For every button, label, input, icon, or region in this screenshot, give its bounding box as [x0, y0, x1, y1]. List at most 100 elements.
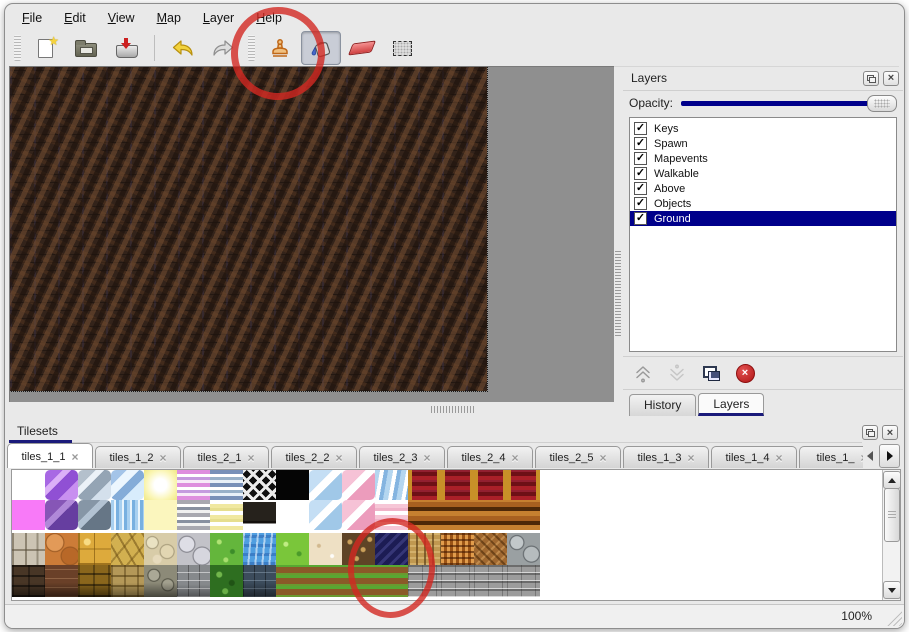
- tile-lattice[interactable]: [243, 470, 276, 500]
- menu-layer[interactable]: Layer: [194, 9, 243, 27]
- layer-visibility-checkbox[interactable]: ✓: [634, 122, 647, 135]
- menu-file[interactable]: File: [13, 9, 51, 27]
- tileset-tab-tiles_1_2[interactable]: tiles_1_2×: [95, 446, 181, 468]
- tile-stripes-gray[interactable]: [177, 500, 210, 530]
- close-tab-icon[interactable]: ×: [512, 453, 519, 463]
- layer-row-mapevents[interactable]: ✓Mapevents: [630, 151, 896, 166]
- tile-sign-dark[interactable]: [243, 500, 276, 530]
- tile-crystal-pink[interactable]: [342, 470, 375, 500]
- tile-stripes-orange[interactable]: [474, 500, 507, 530]
- tile-cobblestone[interactable]: [177, 533, 210, 565]
- tile-wall-pebble[interactable]: [144, 565, 177, 597]
- layer-visibility-checkbox[interactable]: ✓: [634, 182, 647, 195]
- tile-crystal-lightblue[interactable]: [309, 500, 342, 530]
- splitter-grip[interactable]: [615, 251, 621, 336]
- tile-stone-cracked[interactable]: [111, 533, 144, 565]
- tileset-tab-tiles_2_1[interactable]: tiles_2_1×: [183, 446, 269, 468]
- float-panel-icon[interactable]: [863, 71, 879, 86]
- tab-layers[interactable]: Layers: [698, 393, 764, 416]
- tile-stripes-orange[interactable]: [408, 500, 441, 530]
- close-tab-icon[interactable]: ×: [336, 453, 343, 463]
- tile-stripes-orange[interactable]: [441, 500, 474, 530]
- tile-basket-weave[interactable]: [441, 533, 474, 565]
- tile-crystal-gray[interactable]: [78, 470, 111, 500]
- tile-shard-blue[interactable]: [375, 470, 408, 500]
- layer-visibility-checkbox[interactable]: ✓: [634, 152, 647, 165]
- tile-crystal-blue[interactable]: [111, 470, 144, 500]
- close-tab-icon[interactable]: ×: [160, 453, 167, 463]
- tileset-tab-tiles_1_1[interactable]: tiles_1_1×: [7, 443, 93, 468]
- tile-stripes-blue[interactable]: [210, 470, 243, 500]
- scroll-up-button[interactable]: [883, 471, 901, 489]
- vertical-splitter[interactable]: [614, 66, 623, 416]
- tileset-tab-tiles_2_3[interactable]: tiles_2_3×: [359, 446, 445, 468]
- redo-tool-button[interactable]: [204, 32, 242, 64]
- scroll-tabs-left-button[interactable]: [863, 446, 877, 466]
- tileset-tab-tiles_2_2[interactable]: tiles_2_2×: [271, 446, 357, 468]
- tile-planks-gray[interactable]: [507, 565, 540, 597]
- tile-grass[interactable]: [210, 533, 243, 565]
- close-tab-icon[interactable]: ×: [424, 453, 431, 463]
- close-tab-icon[interactable]: ×: [688, 453, 695, 463]
- layer-visibility-checkbox[interactable]: ✓: [634, 167, 647, 180]
- tile-crystal-gray-dark[interactable]: [78, 500, 111, 530]
- new-file-tool-button[interactable]: ★: [27, 32, 65, 64]
- select-tool-button[interactable]: [383, 32, 421, 64]
- tile-wall-darkwood[interactable]: [12, 565, 45, 597]
- opacity-slider-thumb[interactable]: [867, 95, 897, 112]
- menu-help[interactable]: Help: [247, 9, 291, 27]
- tile-planks-gray[interactable]: [474, 565, 507, 597]
- resize-grip-icon[interactable]: [884, 608, 902, 626]
- tile-wall-goldbrick[interactable]: [78, 565, 111, 597]
- layer-row-above[interactable]: ✓Above: [630, 181, 896, 196]
- close-tab-icon[interactable]: ×: [72, 452, 79, 462]
- horizontal-splitter[interactable]: [9, 403, 613, 416]
- tile-crystal-pink[interactable]: [342, 500, 375, 530]
- move-layer-down-button[interactable]: [665, 361, 689, 385]
- tile-wall-graybrick[interactable]: [177, 565, 210, 597]
- fill-tool-button[interactable]: [301, 31, 341, 65]
- layer-row-keys[interactable]: ✓Keys: [630, 121, 896, 136]
- tile-water-shimmer[interactable]: [111, 500, 144, 530]
- tile-grass-bright[interactable]: [276, 533, 309, 565]
- tile-wall-bluebrick[interactable]: [243, 565, 276, 597]
- close-panel-icon[interactable]: ×: [883, 71, 899, 86]
- undo-tool-button[interactable]: [164, 32, 202, 64]
- layer-row-spawn[interactable]: ✓Spawn: [630, 136, 896, 151]
- duplicate-layer-button[interactable]: [699, 361, 723, 385]
- save-tool-button[interactable]: [107, 32, 145, 64]
- tile-hedge[interactable]: [210, 565, 243, 597]
- close-tab-icon[interactable]: ×: [776, 453, 783, 463]
- tile-curtain-red[interactable]: [441, 470, 474, 500]
- tile-stripes-paleyellow[interactable]: [210, 500, 243, 530]
- scroll-tabs-right-button[interactable]: [879, 444, 900, 468]
- menu-edit[interactable]: Edit: [55, 9, 95, 27]
- tile-crystal-purple-dark[interactable]: [45, 500, 78, 530]
- layer-row-ground[interactable]: ✓Ground: [630, 211, 896, 226]
- layer-visibility-checkbox[interactable]: ✓: [634, 137, 647, 150]
- tile-planks-vert[interactable]: [408, 533, 441, 565]
- tile-stripes-palepink[interactable]: [375, 500, 408, 530]
- tile-tile-gold[interactable]: [78, 533, 111, 565]
- tileset-tab-tiles_2_4[interactable]: tiles_2_4×: [447, 446, 533, 468]
- tile-crystal-purple[interactable]: [45, 470, 78, 500]
- toolbar-grip[interactable]: [248, 35, 255, 61]
- eraser-tool-button[interactable]: [343, 32, 381, 64]
- tile-curtain-red[interactable]: [507, 470, 540, 500]
- tileset-tab-tiles_1_[interactable]: tiles_1_×: [799, 446, 863, 468]
- splitter-grip[interactable]: [431, 406, 475, 413]
- menu-map[interactable]: Map: [148, 9, 190, 27]
- tile-stone-orange[interactable]: [45, 533, 78, 565]
- tile-sand[interactable]: [309, 533, 342, 565]
- tile-pebbles[interactable]: [144, 533, 177, 565]
- move-layer-up-button[interactable]: [631, 361, 655, 385]
- opacity-slider-track[interactable]: [681, 101, 893, 106]
- layer-visibility-checkbox[interactable]: ✓: [634, 212, 647, 225]
- tile-wall-brown[interactable]: [45, 565, 78, 597]
- tileset-tab-tiles_1_3[interactable]: tiles_1_3×: [623, 446, 709, 468]
- tile-floral-brown[interactable]: [342, 533, 375, 565]
- opacity-slider[interactable]: [681, 95, 897, 111]
- tile-glow-yellow[interactable]: [144, 470, 177, 500]
- tile-pale-yellow[interactable]: [144, 500, 177, 530]
- tile-stones-gray[interactable]: [507, 533, 540, 565]
